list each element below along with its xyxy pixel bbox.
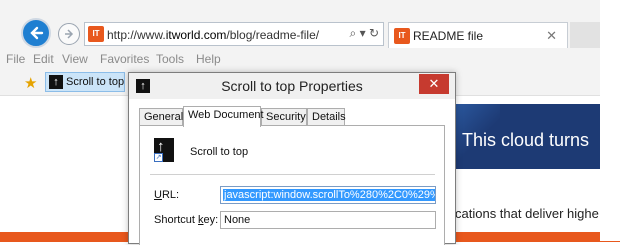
tab-web-document[interactable]: Web Document [183, 106, 264, 127]
back-button[interactable] [21, 18, 51, 48]
forward-arrow-icon [65, 29, 74, 39]
ad-banner[interactable]: This cloud turns [440, 104, 600, 169]
address-tools[interactable]: ⌕ ▾ ↻ [350, 26, 379, 41]
tab-favicon-icon: IT [394, 28, 410, 44]
menu-favorites[interactable]: Favorites [100, 52, 149, 66]
browser-tab[interactable]: IT README file ✕ [388, 22, 568, 48]
page-right-margin [600, 0, 620, 241]
shortcut-key-label: Shortcut key: [154, 214, 219, 226]
shortcut-overlay-icon: ↗ [154, 153, 163, 162]
menu-bar: File Edit View Favorites Tools Help [0, 48, 620, 70]
forward-button[interactable] [58, 23, 80, 45]
tab-title: README file [413, 29, 484, 43]
tab-close-icon[interactable]: ✕ [546, 28, 557, 44]
menu-view[interactable]: View [62, 52, 88, 66]
properties-dialog: ↑ Scroll to top Properties ✕ General Web… [128, 72, 456, 245]
banner-text: This cloud turns [462, 130, 590, 150]
page-body-text: cations that deliver highe [455, 206, 599, 221]
shortcut-icon: ↑ ↗ [154, 138, 174, 162]
dialog-title: Scroll to top Properties [221, 78, 363, 94]
tab-details[interactable]: Details [307, 108, 346, 126]
favorite-scroll-to-top[interactable]: ↑ Scroll to top [45, 72, 125, 92]
scroll-up-arrow-icon: ↑ [49, 75, 63, 89]
shortcut-key-field[interactable]: None [220, 211, 436, 229]
favorites-star-icon[interactable]: ★ [24, 74, 37, 92]
menu-edit[interactable]: Edit [33, 52, 54, 66]
url-label: URL: [154, 189, 180, 201]
web-document-panel: ↑ ↗ Scroll to top URL: javascript:window… [139, 125, 445, 245]
site-favicon-icon: IT [88, 26, 104, 42]
shortcut-name: Scroll to top [190, 146, 249, 158]
menu-file[interactable]: File [6, 52, 25, 66]
new-tab-button[interactable] [570, 22, 600, 48]
browser-toolbar: IT http://www.itworld.com/blog/readme-fi… [0, 0, 620, 48]
address-bar[interactable]: IT http://www.itworld.com/blog/readme-fi… [84, 22, 384, 46]
back-arrow-icon [30, 26, 44, 40]
address-url[interactable]: http://www.itworld.com/blog/readme-file/ [107, 28, 319, 42]
url-field-value: javascript:window.scrollTo%280%2C0%29%3b [223, 189, 435, 201]
tab-general[interactable]: General [139, 108, 183, 126]
dialog-titlebar[interactable]: ↑ Scroll to top Properties ✕ [129, 73, 455, 99]
menu-help[interactable]: Help [196, 52, 221, 66]
menu-tools[interactable]: Tools [156, 52, 184, 66]
favorite-label: Scroll to top [66, 76, 125, 88]
tab-security[interactable]: Security [261, 108, 307, 126]
panel-separator [150, 174, 435, 175]
url-field[interactable]: javascript:window.scrollTo%280%2C0%29%3b [220, 186, 436, 204]
dialog-close-button[interactable]: ✕ [419, 74, 449, 94]
